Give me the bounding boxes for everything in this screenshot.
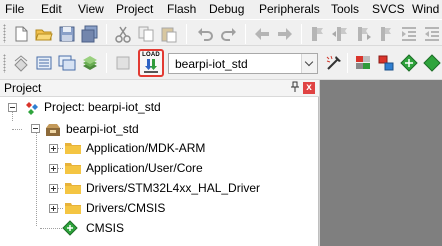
menu-bar: File Edit View Project Flash Debug Perip… [0, 0, 442, 19]
indent-icon[interactable] [400, 25, 418, 43]
file-extensions-icon[interactable] [354, 54, 372, 72]
target-options-icon[interactable] [325, 54, 343, 72]
file-toolbar [0, 19, 442, 46]
group-label: Application/User/Core [86, 161, 203, 175]
toolbar-separator [106, 53, 107, 73]
menu-debug[interactable]: Debug [209, 2, 244, 17]
group-label: Drivers/CMSIS [86, 201, 166, 215]
menu-tools[interactable]: Tools [331, 2, 359, 17]
menu-file[interactable]: File [5, 2, 24, 17]
tree-row-group[interactable]: Drivers/STM32L4xx_HAL_Driver [0, 179, 319, 198]
tree-row-component[interactable]: CMSIS [0, 219, 319, 238]
target-icon [46, 124, 60, 136]
navigate-back-icon[interactable] [253, 25, 271, 43]
menu-flash[interactable]: Flash [167, 2, 196, 17]
stop-build-icon[interactable] [114, 54, 132, 72]
expand-toggle[interactable] [49, 184, 58, 193]
tree-row-target[interactable]: bearpi-iot_std [0, 120, 319, 139]
translate-icon[interactable] [12, 54, 30, 72]
project-panel: Project x Project: bearpi-iot_std bearpi… [0, 80, 319, 246]
folder-icon [65, 183, 81, 194]
close-icon[interactable]: x [303, 82, 315, 94]
new-file-icon[interactable] [12, 25, 30, 43]
toolbar-separator [347, 53, 348, 73]
menu-svcs[interactable]: SVCS [372, 2, 405, 17]
rebuild-icon[interactable] [58, 54, 76, 72]
target-label: bearpi-iot_std [66, 122, 139, 136]
menu-peripherals[interactable]: Peripherals [259, 2, 320, 17]
toolbar-separator [186, 24, 187, 44]
tree-row-project-root[interactable]: Project: bearpi-iot_std [0, 98, 319, 117]
group-label: Application/MDK-ARM [86, 141, 206, 155]
project-root-label: Project: bearpi-iot_std [44, 100, 161, 114]
save-all-icon[interactable] [81, 25, 99, 43]
manage-runtime-environment-icon[interactable] [400, 54, 418, 72]
toolbar-separator [106, 24, 107, 44]
cut-icon[interactable] [114, 25, 132, 43]
chevron-down-icon[interactable] [301, 54, 317, 73]
editor-area [320, 80, 442, 246]
unindent-icon[interactable] [423, 25, 441, 43]
expand-toggle[interactable] [49, 144, 58, 153]
load-download-button[interactable]: LOAD [138, 49, 164, 77]
target-select-value: bearpi-iot_std [175, 57, 248, 71]
download-arrow-icon [144, 59, 158, 73]
collapse-toggle[interactable] [31, 124, 40, 133]
bookmark-icon[interactable] [308, 25, 326, 43]
folder-icon [65, 203, 81, 214]
collapse-toggle[interactable] [8, 103, 17, 112]
tree-row-group[interactable]: Application/MDK-ARM [0, 139, 319, 158]
toolbar-separator [301, 24, 302, 44]
load-label: LOAD [142, 52, 160, 58]
menu-view[interactable]: View [78, 2, 104, 17]
tree-row-group[interactable]: Application/User/Core [0, 159, 319, 178]
bookmark-next-icon[interactable] [354, 25, 372, 43]
navigate-forward-icon[interactable] [276, 25, 294, 43]
build-toolbar: LOAD bearpi-iot_std [0, 47, 442, 80]
copy-icon[interactable] [137, 25, 155, 43]
pin-icon[interactable] [289, 81, 300, 95]
batch-build-icon[interactable] [81, 54, 99, 72]
save-icon[interactable] [58, 25, 76, 43]
component-label: CMSIS [86, 221, 125, 235]
tree-row-group[interactable]: Drivers/CMSIS [0, 199, 319, 218]
bookmark-clear-icon[interactable] [377, 25, 395, 43]
toolbar-grip[interactable] [3, 24, 6, 43]
expand-toggle[interactable] [49, 204, 58, 213]
project-panel-title: Project [4, 81, 42, 95]
manage-project-items-icon[interactable] [377, 54, 395, 72]
open-folder-icon[interactable] [35, 25, 53, 43]
bookmark-prev-icon[interactable] [331, 25, 349, 43]
target-select[interactable]: bearpi-iot_std [168, 53, 318, 74]
project-panel-header: Project x [0, 80, 319, 97]
menu-window[interactable]: Wind [412, 2, 439, 17]
folder-icon [65, 143, 81, 154]
toolbar-grip[interactable] [3, 54, 6, 73]
undo-icon[interactable] [196, 25, 214, 43]
toolbar-separator [245, 24, 246, 44]
redo-icon[interactable] [220, 25, 238, 43]
paste-icon[interactable] [160, 25, 178, 43]
pack-installer-icon[interactable] [423, 54, 441, 72]
project-workspace-icon [26, 102, 38, 115]
build-icon[interactable] [35, 54, 53, 72]
group-label: Drivers/STM32L4xx_HAL_Driver [86, 181, 261, 195]
menu-project[interactable]: Project [116, 2, 153, 17]
expand-toggle[interactable] [49, 164, 58, 173]
menu-edit[interactable]: Edit [41, 2, 62, 17]
component-diamond-icon [62, 220, 78, 236]
folder-icon [65, 163, 81, 174]
